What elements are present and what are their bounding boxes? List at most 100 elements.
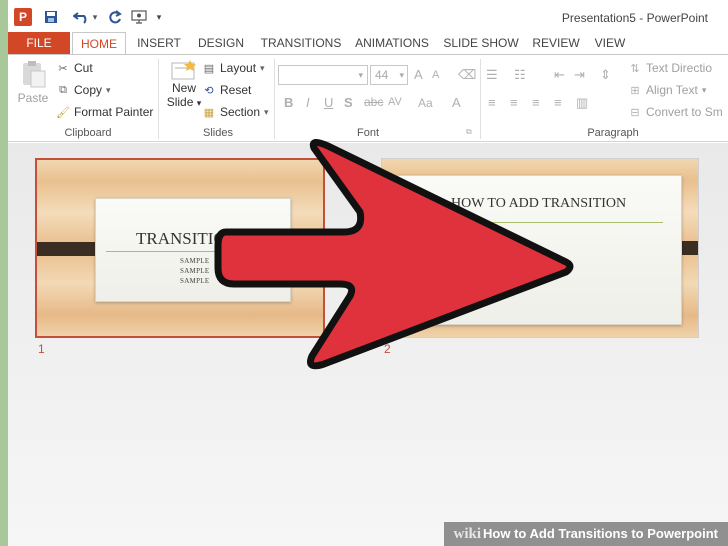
underline-button[interactable]: U [324,95,333,110]
scissors-icon: ✂ [58,62,68,75]
reset-icon: ⟲ [204,84,214,97]
paintbrush-icon: 🖌 [56,106,70,119]
convert-label: Convert to Sm [646,105,723,119]
slide-thumbnail-2[interactable]: HOW TO ADD TRANSITION [381,158,699,338]
layout-label: Layout [220,61,257,75]
columns-icon[interactable]: ▥ [576,95,588,111]
window-title: Presentation5 - PowerPoint [561,11,708,25]
start-presentation-icon[interactable] [130,8,148,26]
format-painter-label: Format Painter [74,105,154,119]
group-divider [480,59,481,139]
ribbon-home: Paste ✂ Cut ⧉ Copy ▾ 🖌 Format Painter Cl… [8,54,728,142]
grow-font-button[interactable]: A [414,67,423,82]
chevron-down-icon: ▾ [106,84,111,95]
ribbon-tabs: FILE HOME INSERT DESIGN TRANSITIONS ANIM… [8,32,728,55]
slide-2-title: HOW TO ADD TRANSITION [451,196,627,211]
group-divider [274,59,275,139]
powerpoint-app-icon[interactable]: P [14,8,32,26]
redo-icon[interactable] [106,8,124,26]
shrink-font-button[interactable]: A [432,69,439,81]
dialog-launcher-icon[interactable]: ⧉ [466,127,472,137]
convert-to-smartart-button[interactable]: ⊟ Convert to Sm [628,105,723,119]
font-color-button[interactable]: A [452,95,461,110]
clear-formatting-icon[interactable]: ⌫ [458,67,476,83]
italic-button[interactable]: I [306,95,310,110]
chevron-down-icon: ▾ [701,84,707,95]
clipboard-group-label: Clipboard [64,127,112,139]
slide-1-text-line: SAMPLE [180,267,210,275]
strikethrough-button[interactable]: abc [364,95,383,109]
tab-view[interactable]: VIEW [588,32,632,54]
font-group-label: Font [356,127,379,139]
justify-icon[interactable]: ≡ [554,95,562,110]
align-right-icon[interactable]: ≡ [532,95,540,110]
slide-1-title-card: TRANSITIO SAMPLE SAMPLE SAMPLE [95,198,291,302]
decrease-indent-icon[interactable]: ⇤ [554,67,565,83]
chevron-down-icon: ▾ [264,106,269,117]
font-size-value: 44 [375,68,389,82]
new-slide-button[interactable]: New Slide ▾ [166,59,202,110]
tab-review[interactable]: REVIEW [528,32,584,54]
slides-group-label: Slides [203,127,233,139]
slide-2-title-card: HOW TO ADD TRANSITION [398,175,682,325]
new-slide-label-2: Slide ▾ [166,95,202,109]
slide-thumbnail-1[interactable]: TRANSITIO SAMPLE SAMPLE SAMPLE [35,158,325,338]
undo-icon[interactable]: ▾ [70,8,100,26]
character-spacing-button[interactable]: AV [388,96,402,108]
tab-home[interactable]: HOME [72,32,126,55]
paragraph-group-label: Paragraph [587,127,639,139]
slide-1-title: TRANSITIO [136,229,226,248]
section-icon: ▦ [203,106,215,119]
align-text-icon: ⊞ [630,84,640,97]
cut-label: Cut [74,61,93,75]
text-shadow-button[interactable]: S [344,95,353,110]
tab-animations[interactable]: ANIMATIONS [348,32,436,54]
layout-button[interactable]: ▤ Layout ▾ [202,61,265,75]
line-spacing-icon[interactable]: ⇕ [600,67,611,83]
change-case-button[interactable]: Aa [418,96,433,110]
slide-1-text-line: SAMPLE [180,257,210,265]
text-direction-icon: ⇅ [630,62,640,75]
text-direction-label: Text Directio [646,61,713,75]
align-center-icon[interactable]: ≡ [510,95,518,110]
copy-icon: ⧉ [59,83,67,96]
tab-slide-show[interactable]: SLIDE SHOW [438,32,524,54]
watermark-brand: wiki [453,526,482,542]
powerpoint-window: P ▾ ▾ Presentation5 - PowerPoint FILE HO… [8,0,728,546]
align-left-icon[interactable]: ≡ [488,95,496,110]
reset-button[interactable]: ⟲ Reset [202,83,251,97]
smartart-icon: ⊟ [630,106,640,119]
align-text-button[interactable]: ⊞ Align Text ▾ [628,83,706,97]
numbering-icon[interactable]: ☷ [514,67,526,83]
slide-1-text-line: SAMPLE [180,277,210,285]
copy-button[interactable]: ⧉ Copy ▾ [56,83,111,97]
paste-button[interactable]: Paste [18,59,48,105]
copy-label: Copy [74,83,103,97]
font-name-combobox[interactable]: ▾ [278,65,368,85]
font-size-combobox[interactable]: 44 ▾ [370,65,408,85]
increase-indent-icon[interactable]: ⇥ [574,67,585,83]
wikihow-watermark: wiki How to Add Transitions to Powerpoint [443,522,728,546]
slide-number-1: 1 [38,342,45,356]
section-button[interactable]: ▦ Section ▾ [202,105,269,119]
slide-number-2: 2 [384,342,391,356]
chevron-down-icon: ▾ [260,62,265,73]
title-bar: P ▾ ▾ Presentation5 - PowerPoint [8,0,728,32]
new-slide-label-1: New [171,81,196,95]
text-direction-button[interactable]: ⇅ Text Directio [628,61,712,75]
tab-insert[interactable]: INSERT [130,32,188,54]
slide-1-rule [106,251,282,252]
format-painter-button[interactable]: 🖌 Format Painter [56,105,153,119]
tab-design[interactable]: DESIGN [190,32,252,54]
reset-label: Reset [220,83,252,97]
tab-transitions[interactable]: TRANSITIONS [252,32,350,54]
bullets-icon[interactable]: ☰ [486,67,498,83]
group-divider [158,59,159,139]
watermark-text: How to Add Transitions to Powerpoint [483,526,718,541]
save-icon[interactable] [42,8,60,26]
bold-button[interactable]: B [284,95,293,110]
customize-quick-access-icon[interactable]: ▾ [154,8,164,26]
tab-file[interactable]: FILE [8,32,70,54]
cut-button[interactable]: ✂ Cut [56,61,93,75]
slide-2-rule [427,222,663,223]
